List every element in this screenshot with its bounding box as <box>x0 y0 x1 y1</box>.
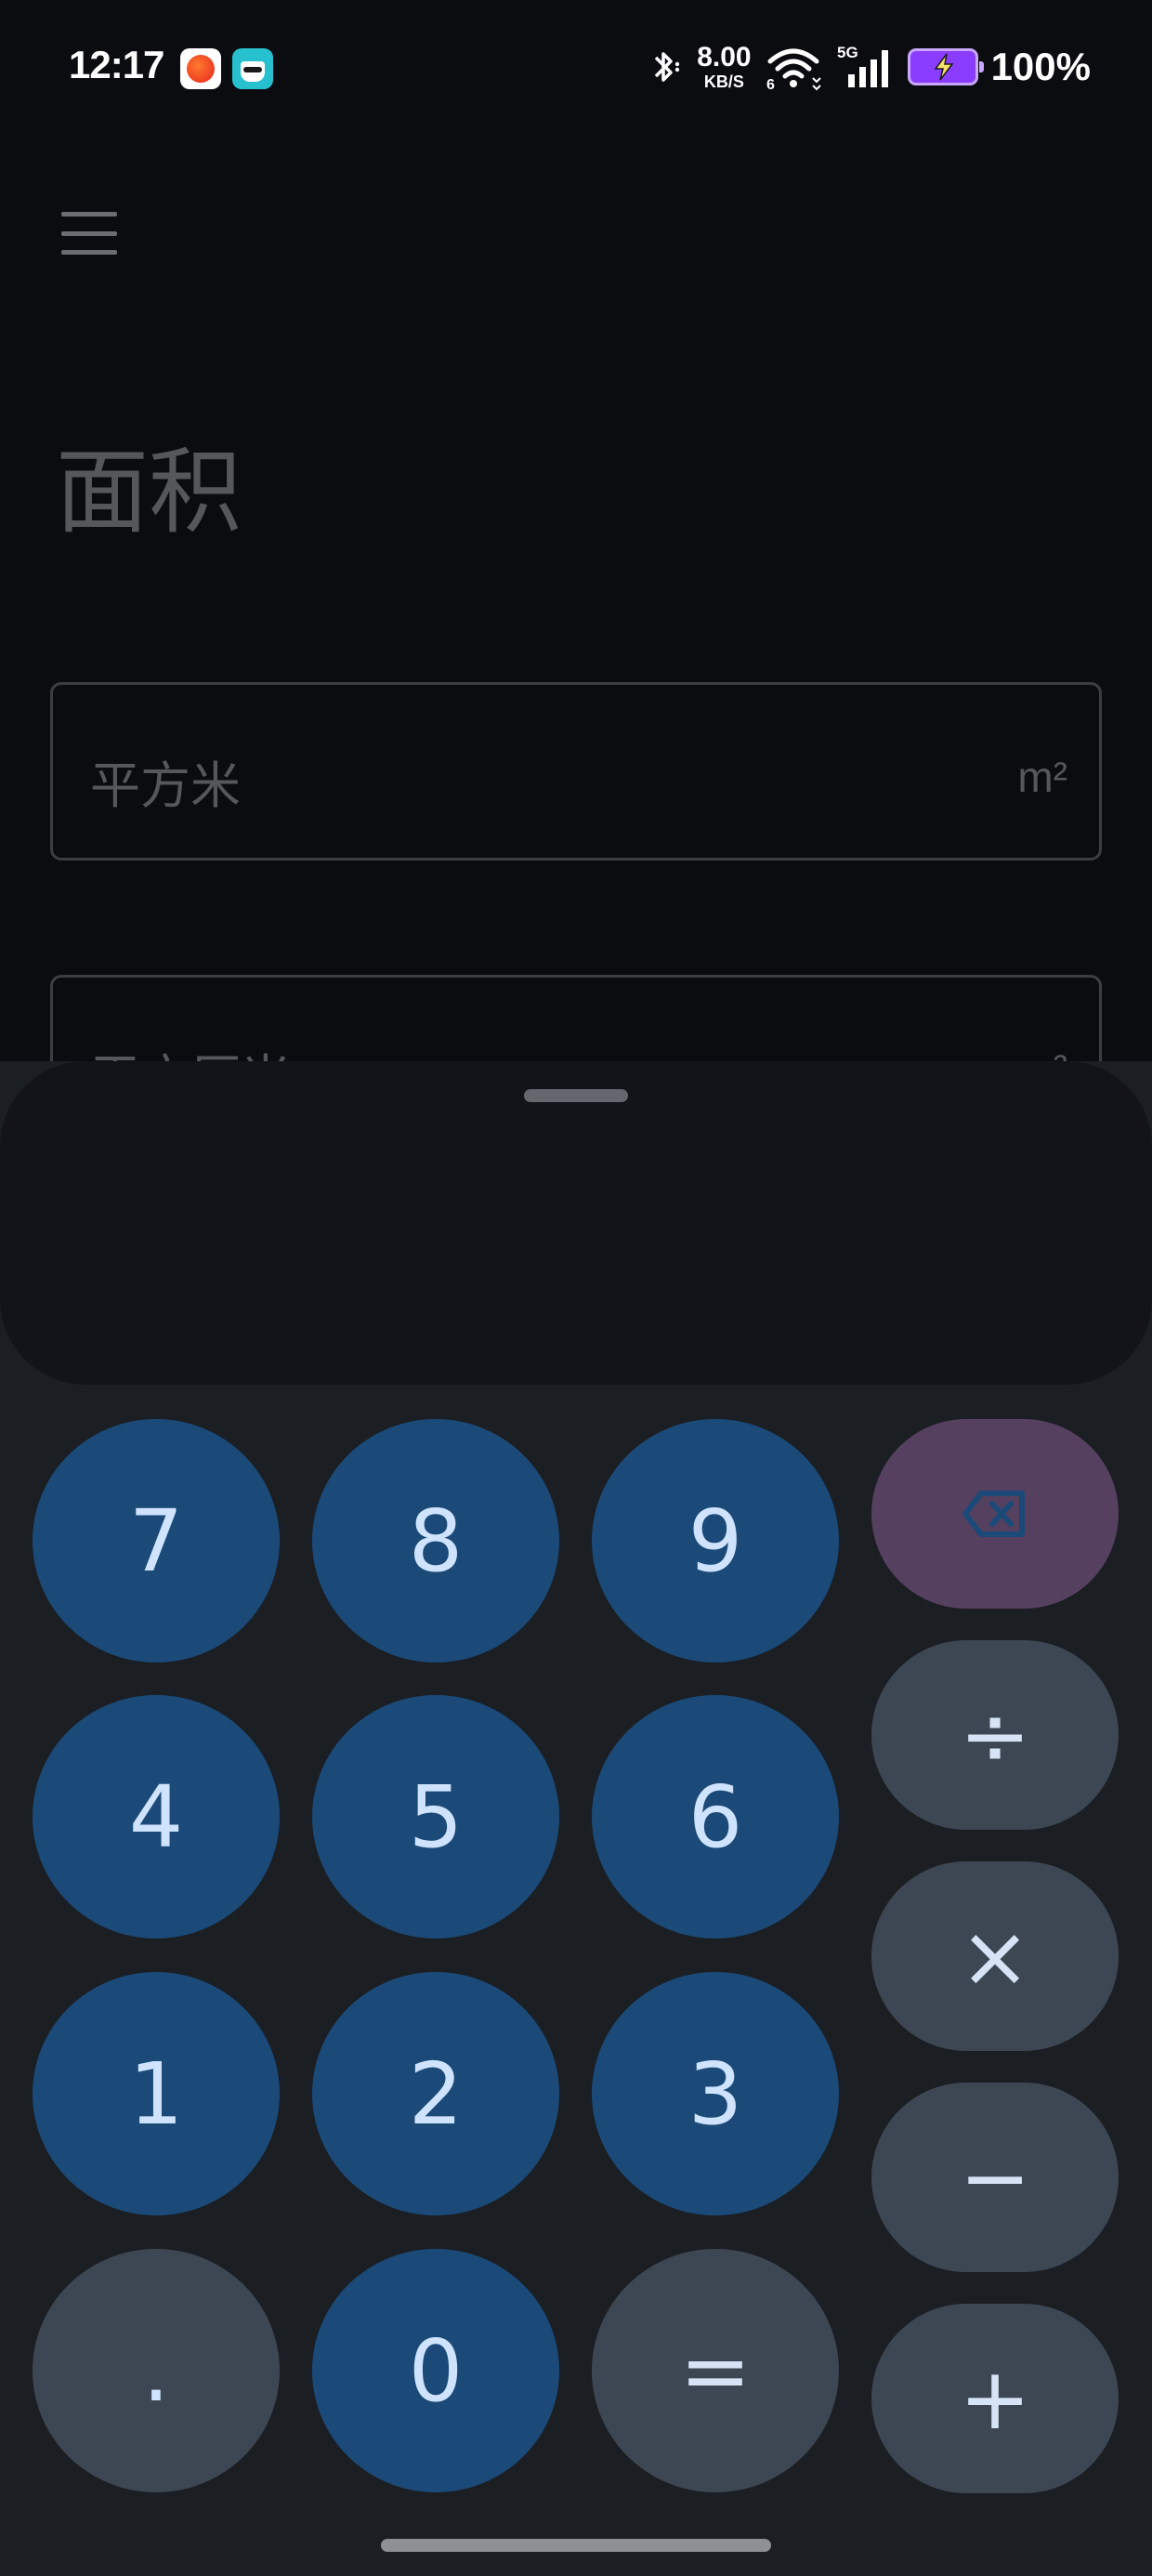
key-9[interactable]: 9 <box>592 1419 839 1663</box>
decimal-point-button[interactable]: . <box>33 2249 280 2492</box>
home-indicator[interactable] <box>381 2539 771 2552</box>
field-label: 平方米 <box>90 756 241 815</box>
key-1[interactable]: 1 <box>33 1972 280 2215</box>
key-3[interactable]: 3 <box>592 1972 839 2215</box>
battery-percent: 100% <box>990 45 1091 88</box>
square-meter-field[interactable]: 平方米 m² <box>50 682 1102 861</box>
drag-handle[interactable] <box>524 1089 628 1102</box>
backspace-button[interactable] <box>871 1419 1119 1609</box>
app-notification-icon <box>180 48 221 89</box>
network-speed: 8.00 KB/S <box>697 42 752 91</box>
bluetooth-icon <box>654 52 680 82</box>
key-2[interactable]: 2 <box>312 1972 559 2215</box>
wifi-label: 6 <box>766 77 775 91</box>
signal-label: 5G <box>837 44 858 61</box>
key-4[interactable]: 4 <box>33 1695 280 1939</box>
keypad-sheet: 7 8 9 4 5 6 ÷ 1 2 3 × . 0 = − + <box>0 1061 1152 2576</box>
key-6[interactable]: 6 <box>592 1695 839 1939</box>
key-0[interactable]: 0 <box>312 2249 559 2492</box>
status-bar: 12:17 8.00 KB/S 6 5G 100% <box>0 0 1152 139</box>
equals-button[interactable]: = <box>592 2249 839 2492</box>
network-speed-unit: KB/S <box>703 72 744 91</box>
hamburger-menu-icon[interactable] <box>56 208 123 258</box>
key-8[interactable]: 8 <box>312 1419 559 1663</box>
status-indicators: 8.00 KB/S 6 5G 100% <box>647 41 1091 93</box>
minus-button[interactable]: − <box>871 2083 1119 2272</box>
divide-button[interactable]: ÷ <box>871 1640 1119 1830</box>
cellular-signal-icon: 5G <box>837 44 888 87</box>
network-speed-value: 8.00 <box>697 42 752 72</box>
backspace-icon <box>962 1491 1025 1537</box>
multiply-button[interactable]: × <box>871 1861 1119 2051</box>
magic-app-notification-icon <box>232 48 273 89</box>
wifi-icon: 6 <box>766 48 821 91</box>
status-time: 12:17 <box>69 43 164 86</box>
plus-button[interactable]: + <box>871 2304 1119 2493</box>
key-5[interactable]: 5 <box>312 1695 559 1939</box>
page-title: 面积 <box>56 438 242 546</box>
key-7[interactable]: 7 <box>33 1419 280 1663</box>
expression-display <box>0 1061 1152 1385</box>
battery-icon <box>907 48 984 85</box>
field-unit: m² <box>1017 753 1067 801</box>
